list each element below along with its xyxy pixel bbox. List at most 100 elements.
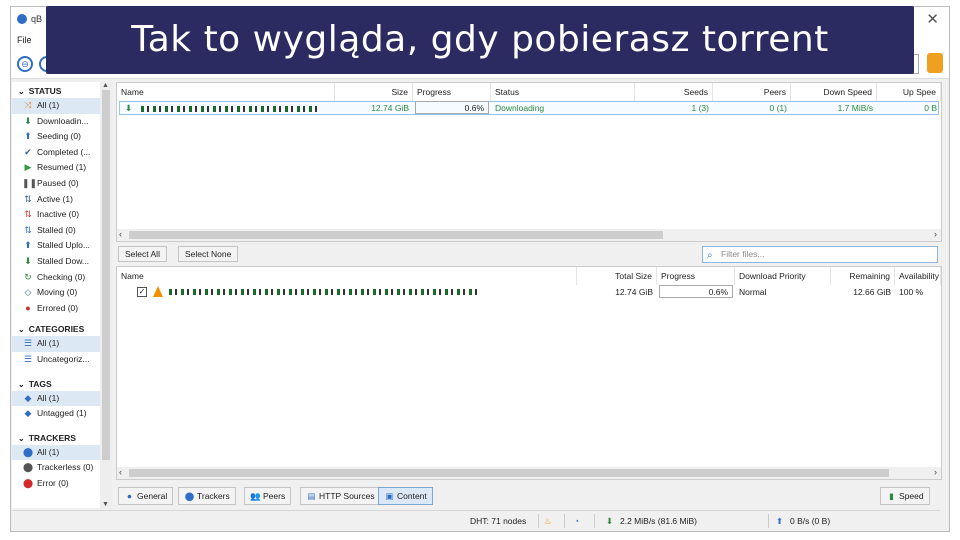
downloading-icon: ⬇ <box>125 103 133 113</box>
tab-http-sources-label: HTTP Sources <box>319 491 375 501</box>
scroll-left-icon[interactable]: ‹ <box>119 229 122 239</box>
folder-icon: ▣ <box>385 491 394 501</box>
file-name-redacted <box>169 289 479 295</box>
close-button[interactable]: ✕ <box>926 10 939 28</box>
trackerless-icon: ⬤ <box>22 462 34 473</box>
flame-icon[interactable]: ♨ <box>544 516 552 527</box>
resumed-icon: ▶ <box>24 162 32 173</box>
content-header-total-size[interactable]: Total Size <box>577 267 657 285</box>
filter-placeholder: Filter files... <box>721 249 765 259</box>
lock-icon[interactable] <box>927 53 943 73</box>
status-filter-item[interactable]: ❚❚Paused (0) <box>12 176 111 192</box>
status-filter-item-label: Downloadin... <box>37 115 89 126</box>
content-header-progress[interactable]: Progress <box>657 267 735 285</box>
file-remaining: 12.66 GiB <box>853 287 891 297</box>
content-header-name[interactable]: Name <box>117 267 577 285</box>
scroll-right-icon[interactable]: › <box>934 229 937 239</box>
column-header-up-speed[interactable]: Up Spee <box>877 83 941 101</box>
content-header-remaining[interactable]: Remaining <box>831 267 895 285</box>
sidebar-scrollbar[interactable]: ▲ ▼ <box>100 82 112 508</box>
content-header-priority[interactable]: Download Priority <box>735 267 831 285</box>
trackers-section-header[interactable]: ⌄ TRACKERS <box>12 431 111 445</box>
column-header-down-speed[interactable]: Down Speed <box>791 83 877 101</box>
upload-speed[interactable]: 0 B/s (0 B) <box>790 516 830 526</box>
tracker-filter-item-label: Trackerless (0) <box>37 462 94 473</box>
select-none-button[interactable]: Select None <box>178 246 239 262</box>
file-priority[interactable]: Normal <box>735 285 831 299</box>
status-filter-item-label: Stalled Dow... <box>37 255 89 266</box>
tab-trackers[interactable]: ⬤ Trackers <box>178 487 236 505</box>
categories-section-header[interactable]: ⌄ CATEGORIES <box>12 322 111 336</box>
info-icon: ● <box>126 491 133 501</box>
column-header-name[interactable]: Name <box>117 83 335 101</box>
column-header-peers[interactable]: Peers <box>713 83 791 101</box>
tracker-filter-item[interactable]: ⬤ Error (0) <box>12 476 111 492</box>
sidebar-scroll-thumb[interactable] <box>102 90 110 460</box>
tab-content[interactable]: ▣ Content <box>378 487 433 505</box>
status-filter-item[interactable]: ⇅ Active (1) <box>12 192 111 208</box>
chevron-down-icon: ⌄ <box>18 87 25 96</box>
status-filter-item[interactable]: ⬆ Stalled Uplo... <box>12 238 111 254</box>
status-filter-item[interactable]: ⬇ Downloadin... <box>12 114 111 130</box>
status-filter-item-label: Checking (0) <box>37 271 86 282</box>
menu-file[interactable]: File <box>17 35 32 45</box>
torrent-seeds: 1 (3) <box>691 103 709 113</box>
status-filter-item[interactable]: ⬇ Stalled Dow... <box>12 254 111 270</box>
qbittorrent-logo-icon <box>17 14 27 24</box>
tracker-filter-item[interactable]: ⬤ All (1) <box>12 444 111 461</box>
tab-peers[interactable]: 👥 Peers <box>244 487 292 505</box>
tracker-filter-item[interactable]: ⬤ Trackerless (0) <box>12 460 111 476</box>
tab-general[interactable]: ● General <box>118 487 174 505</box>
search-icon: ⌕ <box>707 250 713 261</box>
trackers-header-label: TRACKERS <box>28 432 76 443</box>
status-section-header[interactable]: ⌄ STATUS <box>12 84 111 98</box>
status-filter-item[interactable]: ↻ Checking (0) <box>12 270 111 286</box>
status-filter-item[interactable]: ● Errored (0) <box>12 301 111 317</box>
torrent-name-redacted <box>140 105 317 112</box>
column-header-seeds[interactable]: Seeds <box>635 83 713 101</box>
column-header-size[interactable]: Size <box>335 83 413 101</box>
column-header-progress[interactable]: Progress <box>413 83 491 101</box>
torrent-progress-bar: 0.6% <box>415 101 489 114</box>
content-hscrollbar[interactable]: ‹ › <box>117 467 941 479</box>
status-filter-item[interactable]: ▶ Resumed (1) <box>12 160 111 176</box>
hscroll-thumb[interactable] <box>129 231 663 239</box>
torrent-row-cells: ⬇ 12.74 GiB 0.6% Downloading 1 (3) 0 (1)… <box>117 101 941 115</box>
column-header-status[interactable]: Status <box>491 83 635 101</box>
hscroll-thumb[interactable] <box>129 469 889 477</box>
content-header-availability[interactable]: Availability <box>895 267 941 285</box>
add-link-icon[interactable]: ⊖ <box>17 56 33 72</box>
divider <box>768 514 769 528</box>
download-speed-icon: ⬇ <box>606 516 614 526</box>
scroll-right-icon[interactable]: › <box>934 467 937 477</box>
tag-filter-item[interactable]: ◆ All (1) <box>12 390 111 407</box>
category-filter-item[interactable]: ☰ All (1) <box>12 336 111 352</box>
scroll-up-icon[interactable]: ▲ <box>102 82 109 89</box>
status-filter-item[interactable]: ⤨ All (1) <box>12 98 111 114</box>
status-filter-item[interactable]: ⇅ Inactive (0) <box>12 207 111 223</box>
scroll-left-icon[interactable]: ‹ <box>119 467 122 477</box>
select-all-button[interactable]: Select All <box>118 246 167 262</box>
file-checkbox[interactable]: ✓ <box>137 287 147 297</box>
tracker-error-icon: ⬤ <box>22 477 34 488</box>
torrent-size: 12.74 GiB <box>371 103 409 113</box>
status-filter-item[interactable]: ⬆ Seeding (0) <box>12 129 111 145</box>
scroll-down-icon[interactable]: ▼ <box>102 501 109 508</box>
status-filter-item[interactable]: ✔ Completed (... <box>12 145 111 161</box>
tab-speed[interactable]: ▮ Speed <box>880 487 930 505</box>
status-filter-item[interactable]: ⇅ Stalled (0) <box>12 223 111 239</box>
tag-filter-item[interactable]: ◆ Untagged (1) <box>12 406 111 422</box>
speed-limit-icon[interactable]: ◔ <box>574 516 579 526</box>
category-filter-item[interactable]: ☰ Uncategoriz... <box>12 352 111 368</box>
tag-filter-item-label: Untagged (1) <box>37 408 87 419</box>
status-filter-item[interactable]: ◇ Moving (0) <box>12 285 111 301</box>
tab-http-sources[interactable]: ▤ HTTP Sources <box>300 487 381 505</box>
tags-section-header[interactable]: ⌄ TAGS <box>12 377 111 391</box>
paused-icon: ❚❚ <box>22 177 38 188</box>
torrent-list-hscrollbar[interactable]: ‹ › <box>117 229 941 241</box>
category-filter-item-label: Uncategoriz... <box>37 353 90 364</box>
download-speed[interactable]: 2.2 MiB/s (81.6 MiB) <box>620 516 697 526</box>
filter-files-input[interactable]: ⌕ Filter files... <box>702 246 938 263</box>
content-file-row[interactable]: ✓ 12.74 GiB 0.6% Normal 12.66 GiB 100 % <box>117 285 941 299</box>
categories-header-label: CATEGORIES <box>28 324 85 335</box>
